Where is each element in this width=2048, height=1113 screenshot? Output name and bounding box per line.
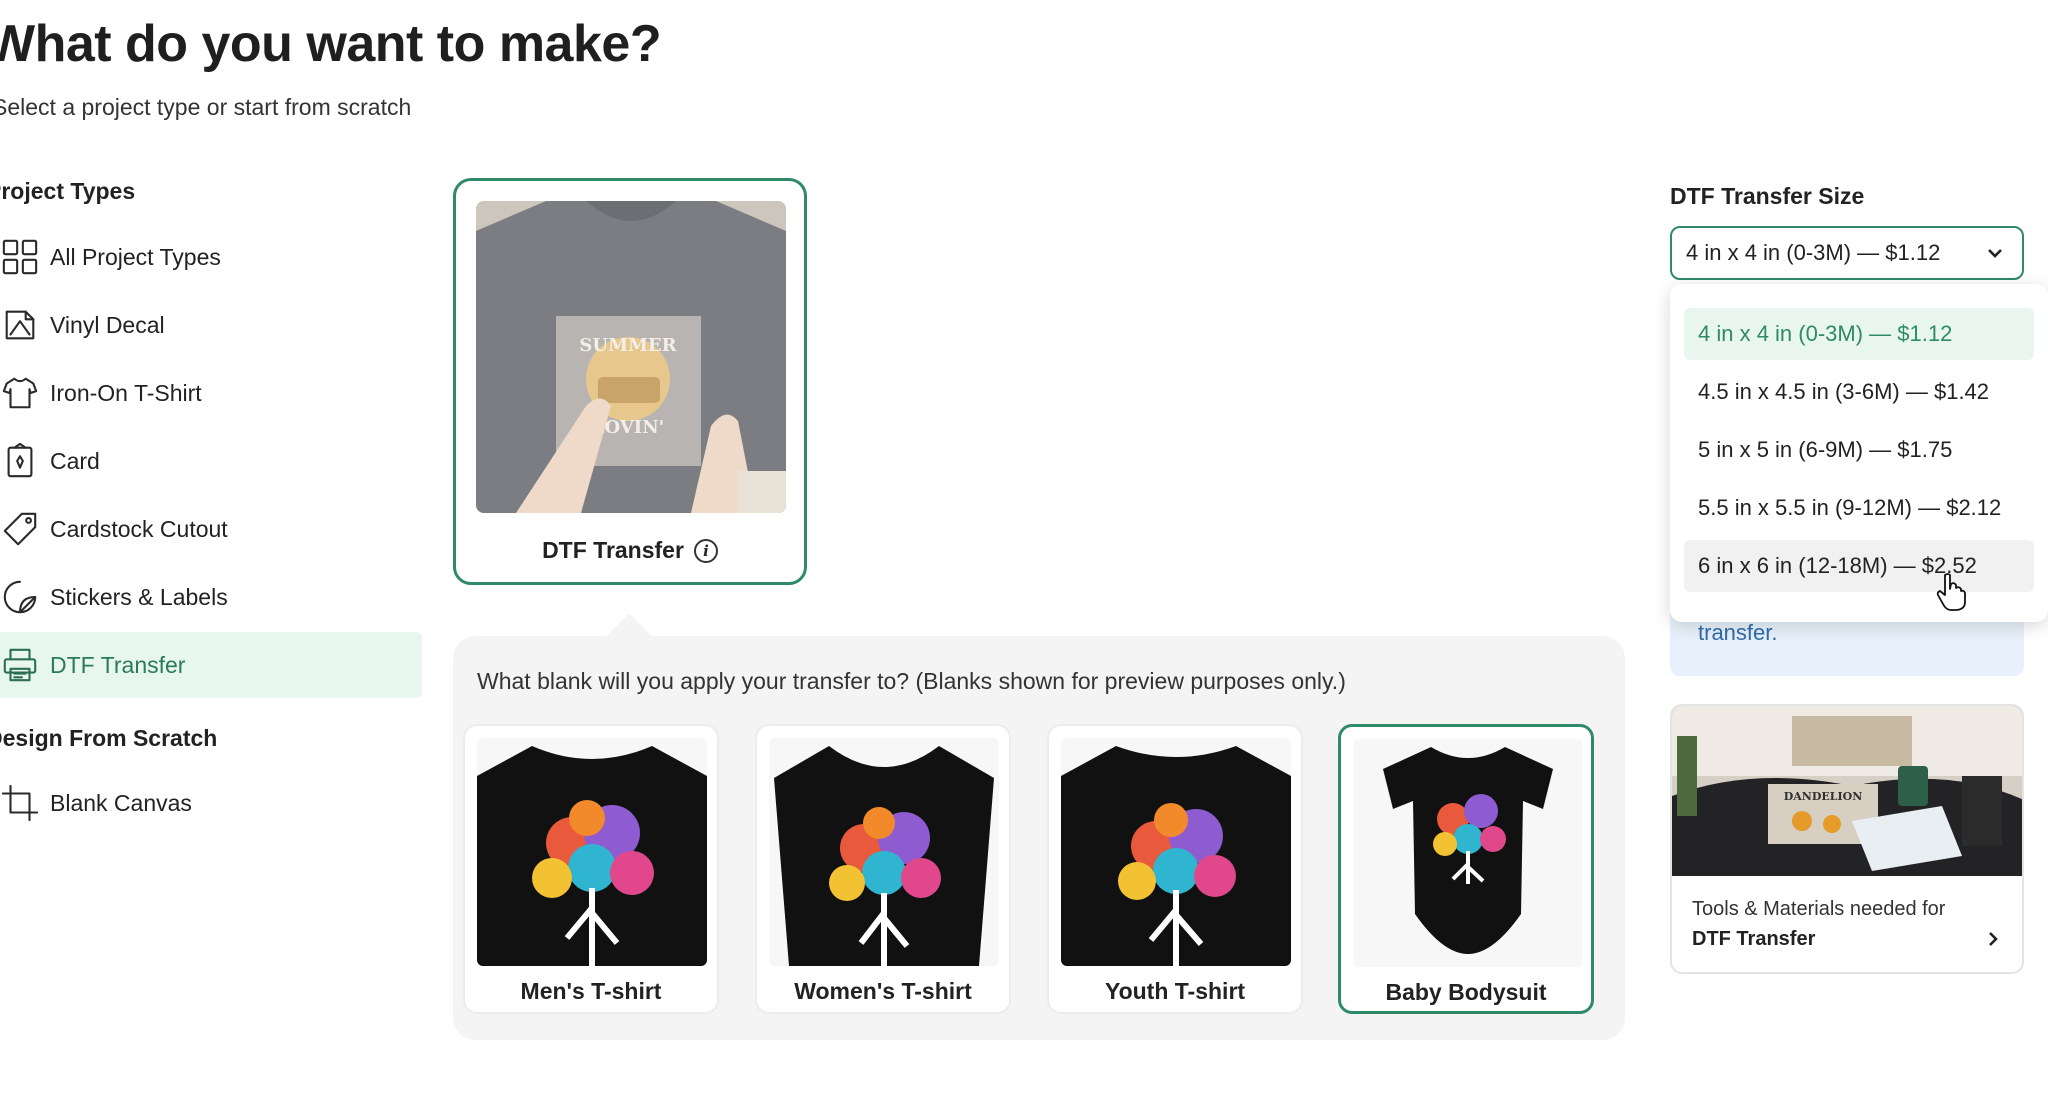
size-dropdown-menu: 4 in x 4 in (0-3M) — $1.12 4.5 in x 4.5 … (1670, 284, 2048, 622)
sidebar-item-label: Vinyl Decal (50, 311, 165, 338)
page-subtitle: Select a project type or start from scra… (0, 94, 412, 120)
info-icon[interactable]: i (693, 538, 718, 563)
blank-question: What blank will you apply your transfer … (477, 668, 1346, 694)
tools-materials-image: DANDELION (1672, 706, 2022, 876)
canvas-crop-icon (0, 781, 42, 825)
size-option[interactable]: 4 in x 4 in (0-3M) — $1.12 (1684, 308, 2034, 360)
sidebar-item-label: DTF Transfer (50, 651, 186, 678)
info-box-text: transfer. (1698, 620, 1778, 645)
size-option[interactable]: 6 in x 6 in (12-18M) — $2.52 (1684, 540, 2034, 592)
sidebar-item-label: Card (50, 447, 100, 474)
tshirt-icon (0, 371, 42, 415)
blank-label: Baby Bodysuit (1385, 979, 1547, 1005)
card-icon (0, 439, 42, 483)
blank-card-baby-bodysuit[interactable]: Baby Bodysuit (1338, 724, 1594, 1014)
sidebar-item-all-project-types[interactable]: All Project Types (0, 224, 422, 290)
sidebar-item-label: Cardstock Cutout (50, 515, 228, 542)
blank-selection-panel: What blank will you apply your transfer … (453, 613, 1625, 1040)
mens-tshirt-image (477, 738, 707, 966)
vinyl-decal-icon (0, 303, 42, 347)
panel-notch (606, 613, 652, 659)
hand-pointer-cursor-icon (1936, 572, 1966, 612)
sidebar-item-stickers-labels[interactable]: Stickers & Labels (0, 564, 422, 630)
size-option[interactable]: 5 in x 5 in (6-9M) — $1.75 (1684, 424, 2034, 476)
blank-card-youth-tshirt[interactable]: Youth T-shirt (1047, 724, 1303, 1014)
dtf-transfer-size-select[interactable]: 4 in x 4 in (0-3M) — $1.12 (1670, 226, 2024, 280)
blank-card-womens-tshirt[interactable]: Women's T-shirt (755, 724, 1011, 1014)
tools-card-line2: DTF Transfer (1692, 928, 1816, 950)
baby-bodysuit-image (1353, 739, 1583, 967)
printer-icon (0, 643, 42, 687)
dtf-transfer-size-label: DTF Transfer Size (1670, 183, 1865, 209)
project-card-label: DTF Transfer i (456, 537, 804, 564)
size-option[interactable]: 4.5 in x 4.5 in (3-6M) — $1.42 (1684, 366, 2034, 418)
dtf-transfer-project-card[interactable]: SUMMER LOVIN' DTF Transfer i (453, 178, 807, 585)
sidebar-item-blank-canvas[interactable]: Blank Canvas (0, 770, 422, 836)
sidebar-item-label: Iron-On T-Shirt (50, 379, 202, 406)
sidebar-item-label: Stickers & Labels (50, 583, 228, 610)
chevron-right-icon (1982, 928, 2004, 950)
size-option[interactable]: 5.5 in x 5.5 in (9-12M) — $2.12 (1684, 482, 2034, 534)
sidebar-item-dtf-transfer[interactable]: DTF Transfer (0, 632, 422, 698)
sidebar-item-label: Blank Canvas (50, 789, 192, 816)
blank-label: Women's T-shirt (794, 978, 972, 1004)
tools-card-line1: Tools & Materials needed for (1692, 898, 1946, 920)
womens-tshirt-image (769, 738, 999, 966)
tools-materials-card[interactable]: DANDELION Tools & Materials needed for D… (1670, 704, 2024, 974)
blank-card-mens-tshirt[interactable]: Men's T-shirt (463, 724, 719, 1014)
sidebar-item-card[interactable]: Card (0, 428, 422, 494)
sidebar-item-cardstock-cutout[interactable]: Cardstock Cutout (0, 496, 422, 562)
design-from-scratch-heading: Design From Scratch (0, 725, 218, 751)
blank-label: Men's T-shirt (520, 978, 662, 1004)
tools-image-print-text: DANDELION (1784, 790, 1863, 803)
grid-icon (0, 235, 42, 279)
project-types-heading: Project Types (0, 178, 136, 204)
sidebar-item-iron-on-tshirt[interactable]: Iron-On T-Shirt (0, 360, 422, 426)
sidebar-item-label: All Project Types (50, 243, 221, 270)
dtf-transfer-image: SUMMER LOVIN' (476, 201, 786, 513)
tag-icon (0, 507, 42, 551)
shirt-print-text-top: SUMMER (579, 335, 677, 356)
youth-tshirt-image (1061, 738, 1291, 966)
project-card-title: DTF Transfer (542, 537, 684, 563)
chevron-down-icon (1984, 242, 2006, 264)
sidebar-item-vinyl-decal[interactable]: Vinyl Decal (0, 292, 422, 358)
size-select-value: 4 in x 4 in (0-3M) — $1.12 (1686, 240, 1941, 265)
blank-label: Youth T-shirt (1104, 978, 1246, 1004)
page-title: What do you want to make? (0, 15, 662, 73)
sticker-icon (0, 575, 42, 619)
